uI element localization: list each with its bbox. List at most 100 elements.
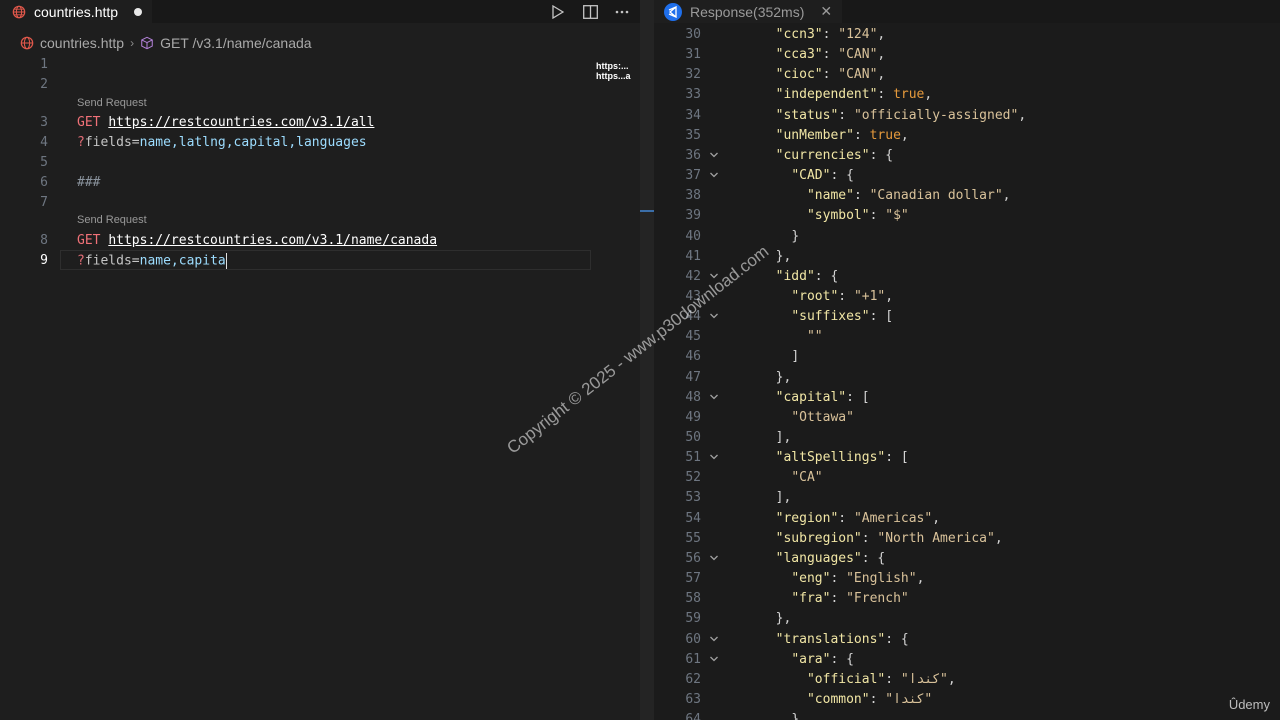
line-number: 1 <box>40 57 48 72</box>
response-line-number: 40 <box>685 228 701 244</box>
minimap-line: https...a <box>596 71 631 81</box>
response-line[interactable]: "subregion": "North America", <box>760 531 1003 546</box>
send-request-link[interactable]: Send Request <box>77 97 147 109</box>
request-editor[interactable]: countries.http countries.http › GET /v3.… <box>0 0 640 720</box>
response-line[interactable]: ], <box>760 490 792 505</box>
response-line-number: 59 <box>685 611 701 627</box>
line-number: 5 <box>40 155 48 170</box>
fold-chevron-icon[interactable] <box>709 392 719 405</box>
response-line[interactable]: "independent": true, <box>760 87 933 102</box>
response-line-number: 50 <box>685 430 701 445</box>
response-line-number: 64 <box>685 712 701 720</box>
response-line[interactable]: "symbol": "$" <box>760 208 909 223</box>
response-line-number: 47 <box>685 369 701 385</box>
response-line[interactable]: "common": "كندا" <box>760 692 932 707</box>
response-line[interactable]: "altSpellings": [ <box>760 450 909 465</box>
breadcrumb-symbol[interactable]: GET /v3.1/name/canada <box>140 35 312 51</box>
unsaved-dot-icon[interactable] <box>134 7 143 16</box>
query-value: name,latlng,capital,languages <box>139 135 367 150</box>
response-line[interactable]: "status": "officially-assigned", <box>760 108 1026 123</box>
line-number: 6 <box>40 175 48 190</box>
response-line[interactable]: "currencies": { <box>760 148 893 163</box>
response-line[interactable]: }, <box>760 712 807 720</box>
split-editor-icon[interactable] <box>582 4 598 20</box>
response-line-number: 46 <box>685 349 701 365</box>
response-line[interactable]: ] <box>760 349 799 364</box>
line-number: 7 <box>40 195 48 210</box>
response-line[interactable]: "CA" <box>760 470 822 485</box>
response-line[interactable]: "eng": "English", <box>760 571 924 586</box>
response-line-number: 35 <box>685 127 701 143</box>
response-line-number: 61 <box>685 651 701 667</box>
request-url[interactable]: https://restcountries.com/v3.1/name/cana… <box>108 233 437 248</box>
response-line-number: 36 <box>685 147 701 163</box>
line-number: 8 <box>40 233 48 248</box>
editor-actions <box>550 0 630 23</box>
response-tab-bar: Response(352ms) ✕ <box>654 0 1280 23</box>
response-line[interactable]: "translations": { <box>760 632 909 647</box>
response-line[interactable]: "CAD": { <box>760 168 854 183</box>
response-line[interactable]: "languages": { <box>760 551 886 566</box>
close-icon[interactable]: ✕ <box>820 3 832 20</box>
tab-label: countries.http <box>34 3 119 20</box>
query-param: fields <box>84 135 132 150</box>
more-actions-icon[interactable] <box>614 4 630 20</box>
send-request-link[interactable]: Send Request <box>77 214 147 226</box>
response-line[interactable]: "suffixes": [ <box>760 309 893 324</box>
fold-chevron-icon[interactable] <box>709 634 719 647</box>
response-line-number: 52 <box>685 470 701 486</box>
request-separator[interactable]: ### <box>77 175 100 190</box>
response-line[interactable]: "cca3": "CAN", <box>760 47 886 62</box>
line-number: 2 <box>40 77 48 92</box>
response-line[interactable]: }, <box>760 611 792 626</box>
response-line-number: 30 <box>685 27 701 42</box>
response-line-number: 63 <box>685 691 701 707</box>
query-value: name,capita <box>139 253 226 269</box>
response-line[interactable]: "idd": { <box>760 269 839 284</box>
tab-response[interactable]: Response(352ms) ✕ <box>654 0 843 23</box>
minimap-line: https:... <box>596 61 629 71</box>
response-line[interactable]: "region": "Americas", <box>760 511 940 526</box>
code-line-4[interactable]: ?fields=name,latlng,capital,languages <box>77 135 367 150</box>
request-url[interactable]: https://restcountries.com/v3.1/all <box>108 115 374 130</box>
response-pane[interactable]: Response(352ms) ✕ 30 "ccn3": "124", 31 "c… <box>654 0 1280 720</box>
tab-countries-http[interactable]: countries.http <box>0 0 153 23</box>
fold-chevron-icon[interactable] <box>709 553 719 566</box>
response-line[interactable]: } <box>760 229 799 244</box>
minimap[interactable]: https:... https...a <box>596 61 631 81</box>
pane-divider[interactable] <box>640 0 654 720</box>
fold-chevron-icon[interactable] <box>709 150 719 163</box>
response-line-number: 41 <box>685 248 701 264</box>
fold-chevron-icon[interactable] <box>709 170 719 183</box>
response-line[interactable]: }, <box>760 370 792 385</box>
response-line[interactable]: "name": "Canadian dollar", <box>760 188 1011 203</box>
query-eq: = <box>131 135 140 150</box>
response-line-number: 60 <box>685 631 701 647</box>
scrollbar-thumb[interactable] <box>640 210 654 212</box>
breadcrumb-file[interactable]: countries.http <box>20 35 124 51</box>
response-line[interactable]: "official": "كندا", <box>760 672 956 687</box>
run-icon[interactable] <box>550 4 566 20</box>
response-line[interactable]: "unMember": true, <box>760 128 909 143</box>
code-line-3[interactable]: GET https://restcountries.com/v3.1/all <box>77 115 374 130</box>
line-number-active: 9 <box>40 253 48 268</box>
http-method: GET <box>77 115 101 130</box>
response-line[interactable]: "" <box>760 329 823 344</box>
fold-chevron-icon[interactable] <box>709 452 719 465</box>
response-line[interactable]: "root": "+1", <box>760 289 893 304</box>
response-line[interactable]: ], <box>760 430 792 445</box>
query-mark: ? <box>77 253 85 269</box>
response-line[interactable]: "fra": "French" <box>760 591 908 606</box>
code-line-8[interactable]: GET https://restcountries.com/v3.1/name/… <box>77 233 437 248</box>
fold-chevron-icon[interactable] <box>709 654 719 667</box>
breadcrumb-symbol-label: GET /v3.1/name/canada <box>160 35 312 51</box>
response-line[interactable]: "ccn3": "124", <box>760 27 886 42</box>
chevron-right-icon: › <box>130 36 135 50</box>
breadcrumb-file-label: countries.http <box>40 35 125 51</box>
response-line[interactable]: "capital": [ <box>760 390 870 405</box>
response-line[interactable]: "Ottawa" <box>760 410 854 425</box>
response-line[interactable]: "cioc": "CAN", <box>760 67 886 82</box>
code-line-9[interactable]: ?fields=name,capita <box>77 253 227 269</box>
fold-chevron-icon[interactable] <box>709 311 719 324</box>
response-line[interactable]: "ara": { <box>760 652 854 667</box>
